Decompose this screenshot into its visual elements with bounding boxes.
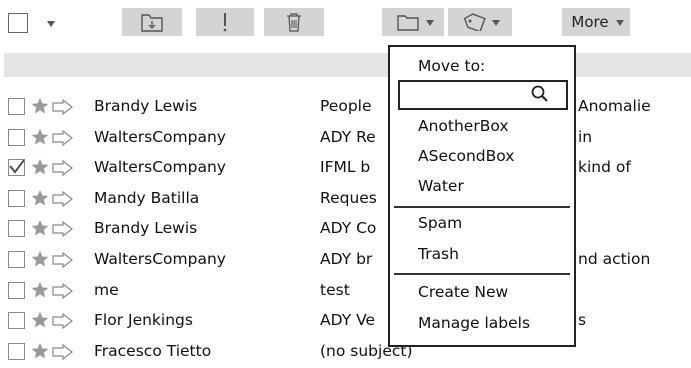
row-checkbox[interactable] bbox=[8, 98, 25, 115]
message-subject: People bbox=[320, 97, 372, 115]
move-to-menu: Move to: AnotherBox ASecondBox Water Spa… bbox=[388, 45, 576, 347]
menu-separator bbox=[394, 273, 570, 275]
message-subject: test bbox=[320, 280, 350, 299]
message-row[interactable]: WaltersCompany ADY br nd action bbox=[8, 247, 691, 271]
star-icon[interactable] bbox=[30, 341, 50, 361]
message-subject: ADY Re bbox=[320, 127, 376, 146]
message-sender: Fracesco Tietto bbox=[94, 341, 212, 360]
row-checkbox[interactable] bbox=[8, 281, 25, 299]
importance-marker-icon[interactable] bbox=[52, 159, 74, 177]
message-subject: IFML b bbox=[320, 158, 371, 177]
menu-item-create-new[interactable]: Create New bbox=[418, 282, 508, 302]
message-row[interactable]: Brandy Lewis ADY Co bbox=[8, 216, 691, 240]
star-icon[interactable] bbox=[30, 157, 50, 177]
row-checkbox[interactable] bbox=[8, 312, 25, 330]
star-icon[interactable] bbox=[30, 310, 50, 330]
menu-item-asecondbox[interactable]: ASecondBox bbox=[418, 146, 514, 166]
checkmark-icon bbox=[9, 159, 25, 174]
message-sender: WaltersCompany bbox=[94, 127, 226, 146]
row-checkbox[interactable] bbox=[8, 189, 25, 207]
star-icon[interactable] bbox=[30, 96, 50, 116]
message-row[interactable]: me test bbox=[8, 278, 691, 302]
star-icon[interactable] bbox=[30, 249, 50, 269]
menu-title: Move to: bbox=[418, 57, 486, 75]
message-subject: ADY Ve bbox=[320, 311, 376, 330]
row-checkbox[interactable] bbox=[8, 128, 25, 146]
importance-marker-icon[interactable] bbox=[52, 282, 74, 299]
menu-item-manage-labels[interactable]: Manage labels bbox=[418, 313, 530, 333]
message-subject: ADY Co bbox=[320, 219, 377, 238]
message-row[interactable]: Mandy Batilla Reques bbox=[8, 186, 691, 210]
importance-marker-icon[interactable] bbox=[52, 312, 74, 330]
message-subject: ADY br bbox=[320, 250, 373, 268]
importance-marker-icon[interactable] bbox=[52, 343, 74, 361]
row-checkbox[interactable] bbox=[8, 220, 25, 238]
message-sender: Flor Jenkings bbox=[94, 311, 193, 330]
message-row[interactable]: Brandy Lewis People Anomalie bbox=[8, 94, 691, 118]
star-icon[interactable] bbox=[30, 280, 50, 300]
star-icon[interactable] bbox=[30, 127, 50, 147]
star-icon[interactable] bbox=[30, 218, 50, 238]
message-list: Brandy Lewis People Anomalie WaltersCompany… bbox=[0, 0, 691, 367]
row-checkbox[interactable] bbox=[8, 251, 25, 268]
message-sender: WaltersCompany bbox=[94, 158, 226, 177]
importance-marker-icon[interactable] bbox=[52, 220, 74, 238]
star-icon[interactable] bbox=[30, 188, 50, 208]
message-row[interactable]: Flor Jenkings ADY Ve s bbox=[8, 308, 691, 332]
importance-marker-icon[interactable] bbox=[52, 251, 74, 269]
search-icon bbox=[531, 85, 548, 102]
message-subject-tail: in bbox=[578, 127, 593, 146]
message-subject-tail: s bbox=[578, 311, 587, 330]
message-row[interactable]: WaltersCompany ADY Re in bbox=[8, 125, 691, 149]
menu-item-spam[interactable]: Spam bbox=[418, 213, 462, 233]
search-input[interactable] bbox=[398, 80, 568, 110]
menu-separator bbox=[394, 206, 570, 208]
row-checkbox[interactable] bbox=[8, 342, 25, 360]
message-row[interactable]: Fracesco Tietto (no subject) bbox=[8, 339, 691, 363]
importance-marker-icon[interactable] bbox=[52, 98, 74, 116]
message-subject-tail: Anomalie bbox=[578, 97, 651, 115]
importance-marker-icon[interactable] bbox=[52, 190, 74, 208]
message-sender: me bbox=[94, 280, 119, 299]
message-sender: WaltersCompany bbox=[94, 250, 226, 268]
menu-item-water[interactable]: Water bbox=[418, 176, 464, 196]
menu-item-trash[interactable]: Trash bbox=[418, 244, 459, 264]
checked-checkbox[interactable] bbox=[8, 159, 25, 177]
message-subject-tail: nd action bbox=[578, 250, 651, 268]
message-sender: Mandy Batilla bbox=[94, 188, 200, 207]
menu-item-anotherbox[interactable]: AnotherBox bbox=[418, 116, 509, 136]
message-sender: Brandy Lewis bbox=[94, 219, 198, 238]
message-sender: Brandy Lewis bbox=[94, 97, 198, 115]
message-row[interactable]: WaltersCompany IFML b kind of bbox=[8, 155, 691, 180]
importance-marker-icon[interactable] bbox=[52, 129, 74, 146]
message-subject: Reques bbox=[320, 188, 377, 207]
message-subject-tail: kind of bbox=[578, 158, 631, 177]
